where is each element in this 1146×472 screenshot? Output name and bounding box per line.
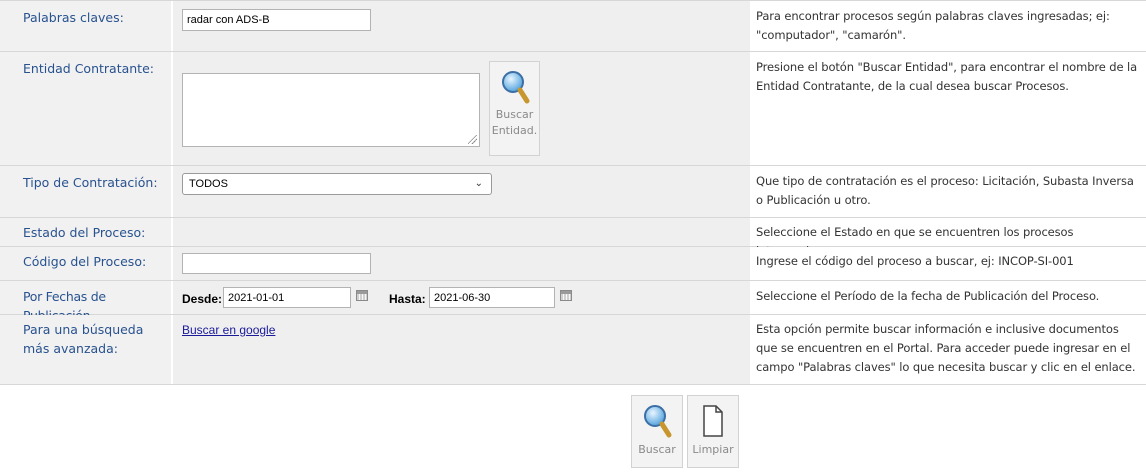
desc-fechas: Seleccione el Período de la fecha de Pub… bbox=[751, 281, 1146, 314]
buscar-entidad-button[interactable]: Buscar Entidad. bbox=[489, 61, 540, 156]
row-avanzada: Para una búsqueda más avanzada: Buscar e… bbox=[0, 315, 1146, 385]
row-entidad: Entidad Contratante: Buscar Entidad. Pre… bbox=[0, 52, 1146, 166]
desc-avanzada: Esta opción permite buscar información e… bbox=[751, 315, 1146, 384]
cell-avanzada: Buscar en google bbox=[173, 315, 750, 384]
row-estado: Estado del Proceso: Seleccione el Estado… bbox=[0, 218, 1146, 258]
codigo-input[interactable] bbox=[182, 253, 371, 274]
hasta-input[interactable] bbox=[429, 287, 555, 308]
clear-button[interactable]: Limpiar bbox=[687, 395, 739, 468]
desc-entidad: Presione el botón "Buscar Entidad", para… bbox=[751, 52, 1146, 165]
magnifier-icon bbox=[644, 405, 672, 438]
desc-palabras-claves: Para encontrar procesos según palabras c… bbox=[751, 1, 1146, 51]
row-codigo: Código del Proceso: Ingrese el código de… bbox=[0, 247, 1146, 281]
desc-estado: Seleccione el Estado en que se encuentre… bbox=[751, 218, 1146, 258]
buscar-google-link[interactable]: Buscar en google bbox=[182, 323, 275, 337]
cell-palabras-claves bbox=[173, 1, 750, 51]
buscar-entidad-label-1: Buscar bbox=[495, 108, 534, 121]
desde-input[interactable] bbox=[223, 287, 351, 308]
actions-row: Buscar Limpiar bbox=[0, 385, 1146, 472]
cell-entidad: Buscar Entidad. bbox=[173, 52, 750, 165]
label-tipo: Tipo de Contratación: bbox=[0, 166, 172, 217]
label-avanzada: Para una búsqueda más avanzada: bbox=[0, 315, 172, 384]
calendar-icon[interactable] bbox=[356, 290, 368, 301]
cell-tipo: TODOS ⌄ bbox=[173, 166, 750, 217]
row-palabras-claves: Palabras claves: Para encontrar procesos… bbox=[0, 0, 1146, 52]
label-estado: Estado del Proceso: bbox=[0, 218, 172, 246]
desde-label: Desde: bbox=[182, 292, 223, 306]
calendar-icon[interactable] bbox=[560, 290, 572, 301]
tipo-selected-value: TODOS bbox=[189, 178, 228, 190]
buscar-entidad-label-2: Entidad. bbox=[491, 124, 538, 137]
label-palabras-claves: Palabras claves: bbox=[0, 1, 172, 51]
search-button-label: Buscar bbox=[638, 443, 676, 456]
desc-codigo: Ingrese el código del proceso a buscar, … bbox=[751, 247, 1146, 280]
resize-grip-icon[interactable] bbox=[468, 135, 477, 144]
row-fechas: Por Fechas de Publicación Desde: Hasta: … bbox=[0, 281, 1146, 323]
cell-fechas: Desde: Hasta: bbox=[173, 281, 750, 314]
label-codigo: Código del Proceso: bbox=[0, 247, 172, 280]
chevron-down-icon: ⌄ bbox=[474, 178, 483, 189]
label-fechas: Por Fechas de Publicación bbox=[0, 281, 172, 323]
search-button[interactable]: Buscar bbox=[631, 395, 683, 468]
blank-document-icon bbox=[703, 405, 723, 437]
entidad-textarea[interactable] bbox=[182, 73, 480, 147]
search-form: Palabras claves: Para encontrar procesos… bbox=[0, 0, 1146, 472]
magnifier-icon bbox=[501, 71, 529, 104]
cell-codigo bbox=[173, 247, 750, 280]
keywords-input[interactable] bbox=[182, 9, 371, 31]
hasta-label: Hasta: bbox=[389, 292, 426, 306]
desc-tipo: Que tipo de contratación es el proceso: … bbox=[751, 166, 1146, 217]
tipo-contratacion-select[interactable]: TODOS ⌄ bbox=[182, 173, 492, 195]
row-tipo: Tipo de Contratación: TODOS ⌄ Que tipo d… bbox=[0, 166, 1146, 218]
cell-estado bbox=[173, 218, 750, 246]
clear-button-label: Limpiar bbox=[692, 443, 734, 456]
label-entidad: Entidad Contratante: bbox=[0, 52, 172, 165]
